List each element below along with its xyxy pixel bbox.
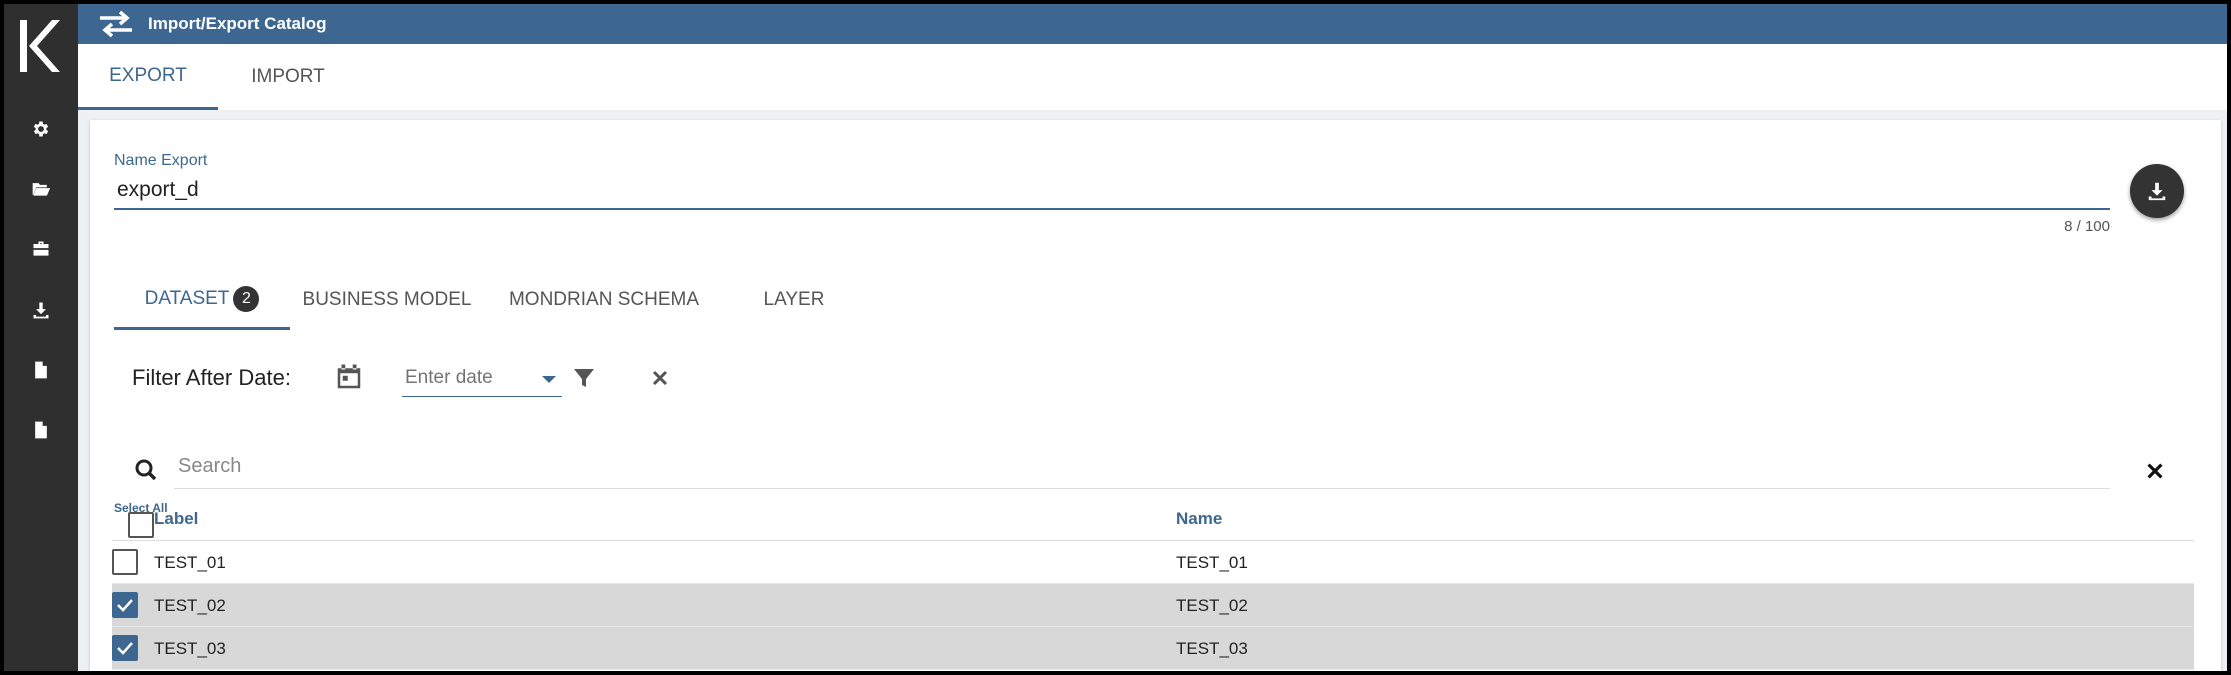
column-header-label[interactable]: Label [154, 509, 198, 529]
row-name: TEST_03 [1176, 638, 1248, 658]
search-input[interactable] [174, 445, 2110, 489]
tab-dataset-label: DATASET [144, 287, 230, 309]
row-checkbox[interactable] [112, 592, 138, 618]
date-input[interactable] [402, 360, 562, 397]
table-row[interactable]: TEST_01 TEST_01 [112, 541, 2194, 584]
checkmark-icon [117, 642, 133, 655]
tab-layer[interactable]: LAYER [724, 270, 864, 330]
table-row[interactable]: TEST_03 TEST_03 [112, 627, 2194, 670]
sidebar-item-documents[interactable] [26, 174, 56, 204]
folder-open-icon [32, 183, 51, 196]
tab-import[interactable]: IMPORT [218, 44, 358, 110]
sidebar-item-workspace[interactable] [26, 234, 56, 264]
dataset-count-badge: 2 [233, 285, 260, 312]
export-panel: Name Export 8 / 100 DATASET 2 BUSINESS M… [90, 120, 2221, 671]
file-icon [35, 361, 47, 379]
row-checkbox[interactable] [112, 635, 138, 661]
download-icon [2148, 182, 2166, 201]
checkmark-icon [117, 599, 133, 612]
gear-icon [33, 121, 49, 137]
main-tabs: EXPORT IMPORT [78, 44, 2227, 110]
chevron-down-icon[interactable] [542, 376, 556, 383]
name-export-input[interactable] [114, 172, 2110, 210]
select-all-checkbox[interactable] [128, 512, 154, 538]
sidebar-item-download[interactable] [26, 295, 56, 325]
toolbar: Import/Export Catalog [78, 4, 2227, 44]
close-icon[interactable] [648, 366, 672, 390]
export-download-button[interactable] [2130, 164, 2184, 218]
table-row[interactable]: TEST_02 TEST_02 [112, 584, 2194, 627]
filter-icon[interactable] [572, 366, 596, 390]
tab-export[interactable]: EXPORT [78, 44, 218, 110]
row-name: TEST_01 [1176, 552, 1248, 572]
knowage-logo[interactable] [10, 8, 70, 84]
tab-mondrian-schema[interactable]: MONDRIAN SCHEMA [484, 270, 724, 330]
row-checkbox[interactable] [112, 549, 138, 575]
row-label: TEST_01 [154, 552, 226, 572]
sidebar-item-file-2[interactable] [26, 415, 56, 445]
search-icon [135, 459, 157, 481]
tab-dataset[interactable]: DATASET 2 [114, 270, 290, 330]
download-icon [33, 302, 49, 319]
swap-arrows-icon [96, 4, 136, 44]
sidebar [4, 4, 78, 671]
tab-business-model[interactable]: BUSINESS MODEL [290, 270, 484, 330]
page-title: Import/Export Catalog [148, 14, 327, 33]
file-icon [35, 421, 47, 439]
column-header-name[interactable]: Name [1176, 509, 1222, 529]
calendar-icon[interactable] [334, 362, 364, 392]
row-label: TEST_02 [154, 595, 226, 615]
sidebar-item-settings[interactable] [26, 114, 56, 144]
name-export-label: Name Export [114, 152, 208, 169]
row-name: TEST_02 [1176, 595, 1248, 615]
character-counter: 8 / 100 [2064, 218, 2110, 235]
close-icon[interactable] [2144, 460, 2166, 482]
filter-after-date-label: Filter After Date: [132, 365, 291, 390]
row-label: TEST_03 [154, 638, 226, 658]
sidebar-item-file[interactable] [26, 355, 56, 385]
app-window: Import/Export Catalog EXPORT IMPORT Name… [4, 4, 2227, 671]
briefcase-icon [33, 241, 49, 256]
